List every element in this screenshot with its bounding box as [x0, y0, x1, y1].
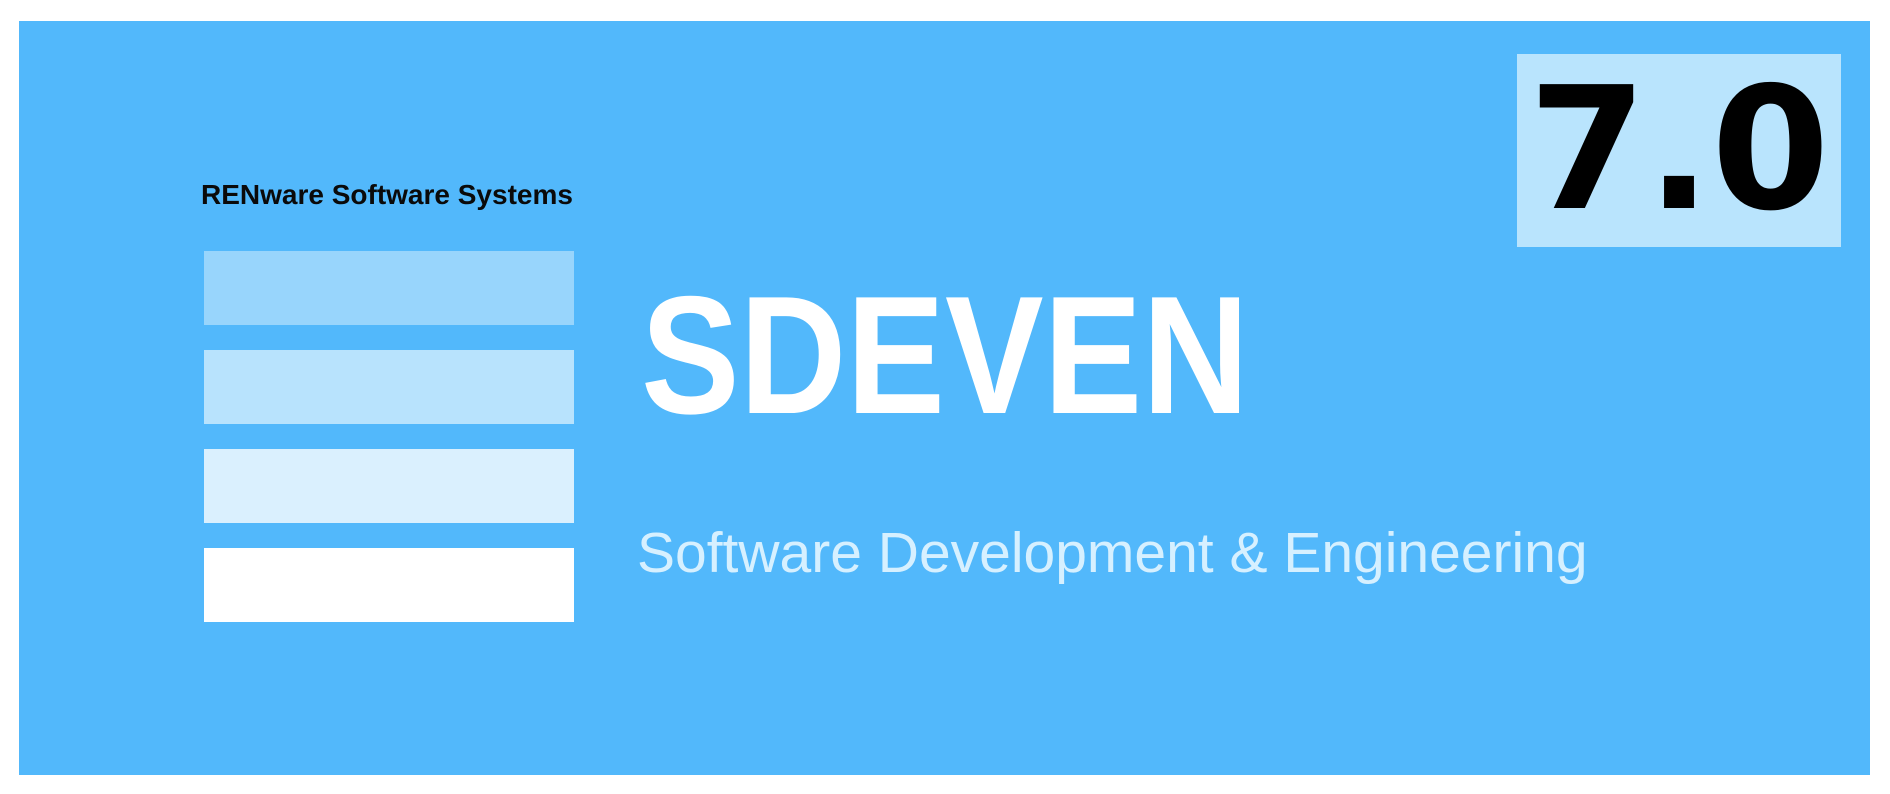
company-name: RENware Software Systems	[201, 179, 573, 210]
version-number: 7.0	[1528, 51, 1830, 249]
logo-stripe-3	[204, 449, 574, 523]
product-tagline: Software Development & Engineering	[637, 521, 1588, 585]
product-name: SDEVEN	[641, 261, 1249, 449]
logo-stripe-4	[204, 548, 574, 622]
logo-stripe-2	[204, 350, 574, 424]
splash-screen: RENware Software Systems SDEVEN Software…	[19, 21, 1870, 775]
logo-stripe-1	[204, 251, 574, 325]
version-badge: 7.0	[1517, 54, 1841, 247]
